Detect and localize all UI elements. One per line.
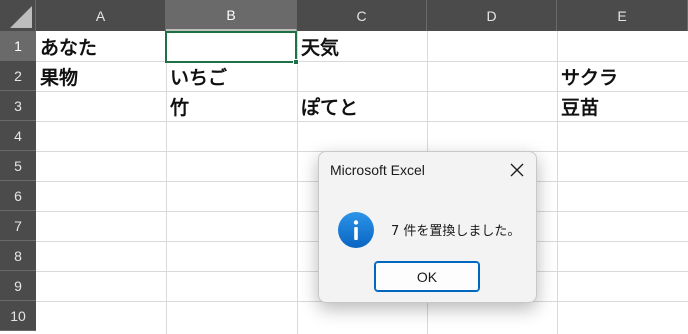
column-header-a[interactable]: A <box>36 0 166 31</box>
cell-a2[interactable]: 果物 <box>36 61 166 91</box>
close-icon <box>510 163 524 177</box>
row-header-8[interactable]: 8 <box>0 241 36 271</box>
row-header-1[interactable]: 1 <box>0 31 36 61</box>
cell-a1[interactable]: あなた <box>36 31 166 61</box>
column-header-b[interactable]: B <box>166 0 297 31</box>
gridline <box>36 121 688 122</box>
replace-result-dialog: Microsoft Excel 7 件を置換しました。 OK <box>318 151 537 303</box>
dialog-message: 7 件を置換しました。 <box>391 224 521 239</box>
ok-button[interactable]: OK <box>374 261 480 292</box>
cell-e3[interactable]: 豆苗 <box>557 91 688 121</box>
row-header-10[interactable]: 10 <box>0 301 36 331</box>
cell-b2[interactable]: いちご <box>166 61 297 91</box>
row-header-6[interactable]: 6 <box>0 181 36 211</box>
select-all-triangle-icon <box>10 6 32 28</box>
row-header-9[interactable]: 9 <box>0 271 36 301</box>
cell-c1[interactable]: 天気 <box>297 31 427 61</box>
row-header-7[interactable]: 7 <box>0 211 36 241</box>
active-cell-b1[interactable] <box>165 31 297 63</box>
cell-e2[interactable]: サクラ <box>557 61 688 91</box>
dialog-title: Microsoft Excel <box>330 162 425 178</box>
fill-handle[interactable] <box>293 59 299 65</box>
select-all-corner[interactable] <box>0 0 36 31</box>
cell-b3[interactable]: 竹 <box>166 91 297 121</box>
info-icon <box>337 211 375 249</box>
gridline <box>297 31 298 334</box>
close-button[interactable] <box>504 158 530 182</box>
column-header-d[interactable]: D <box>427 0 557 31</box>
cell-c3[interactable]: ぽてと <box>297 91 427 121</box>
column-header-c[interactable]: C <box>297 0 427 31</box>
row-header-2[interactable]: 2 <box>0 61 36 91</box>
row-header-3[interactable]: 3 <box>0 91 36 121</box>
row-header-4[interactable]: 4 <box>0 121 36 151</box>
column-header-e[interactable]: E <box>557 0 688 31</box>
row-header-5[interactable]: 5 <box>0 151 36 181</box>
